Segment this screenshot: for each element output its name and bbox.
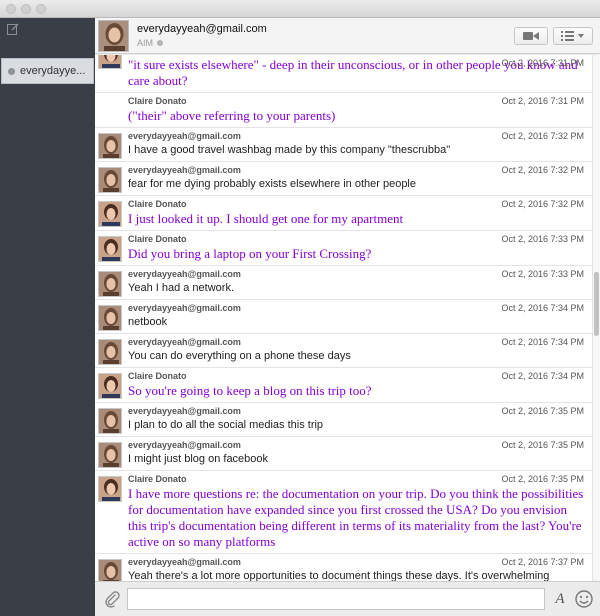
scrollbar-thumb[interactable] — [594, 272, 599, 336]
message-row: everydayyeah@gmail.com Oct 2, 2016 7:37 P… — [95, 554, 592, 581]
message-timestamp: Oct 2, 2016 7:33 PM — [501, 234, 584, 244]
message-text: fear for me dying probably exists elsewh… — [128, 178, 416, 190]
sidebar-conversation-label: everydayye... — [20, 65, 86, 77]
message-row: Claire Donato Oct 2, 2016 7:32 PM I just l… — [95, 196, 592, 231]
title-bar — [0, 0, 600, 18]
claire-avatar — [98, 201, 122, 227]
sidebar: everydayye... — [0, 18, 95, 616]
offline-status-icon — [8, 67, 15, 75]
message-timestamp: Oct 2, 2016 7:35 PM — [501, 474, 584, 484]
message-row: everydayyeah@gmail.com Oct 2, 2016 7:35 P… — [95, 403, 592, 437]
message-row: everydayyeah@gmail.com Oct 2, 2016 7:34 P… — [95, 300, 592, 334]
message-text: Yeah there's a lot more opportunities to… — [128, 570, 550, 581]
claire-avatar — [98, 236, 122, 262]
message-text: I just looked it up. I should get one fo… — [128, 211, 404, 226]
minimize-window-button[interactable] — [21, 4, 31, 14]
contact-status: AIM — [137, 38, 164, 48]
message-transcript[interactable]: Oct 2, 2016 7:31 PM "it sure exists elsew… — [95, 55, 592, 581]
paperclip-icon[interactable] — [103, 590, 121, 608]
contact-name: everydayyeah@gmail.com — [137, 23, 267, 35]
contact-avatar-small — [98, 271, 122, 297]
message-text: So you're going to keep a blog on this t… — [128, 383, 372, 398]
status-dot-icon — [157, 40, 164, 46]
message-text: I have more questions re: the documentat… — [128, 486, 584, 549]
font-button[interactable]: A — [550, 588, 570, 610]
contact-avatar-small — [98, 442, 122, 468]
message-timestamp: Oct 2, 2016 7:33 PM — [501, 269, 584, 279]
conversation-menu-button[interactable] — [553, 27, 593, 45]
message-text: Yeah I had a network. — [128, 282, 235, 294]
message-timestamp: Oct 2, 2016 7:35 PM — [501, 406, 584, 416]
message-row: everydayyeah@gmail.com Oct 2, 2016 7:32 P… — [95, 128, 592, 162]
conversation-header: everydayyeah@gmail.com AIM — [95, 18, 600, 54]
contact-avatar-small — [98, 408, 122, 434]
message-text: I plan to do all the social medias this … — [128, 419, 324, 431]
contact-avatar-small — [98, 339, 122, 365]
message-timestamp: Oct 2, 2016 7:31 PM — [501, 96, 584, 106]
message-row: everydayyeah@gmail.com Oct 2, 2016 7:33 P… — [95, 266, 592, 300]
message-timestamp: Oct 2, 2016 7:32 PM — [501, 131, 584, 141]
transcript-scrollbar[interactable] — [592, 55, 600, 581]
contact-avatar-small — [98, 305, 122, 331]
message-row: Claire Donato Oct 2, 2016 7:33 PM Did you … — [95, 231, 592, 266]
contact-avatar-small — [98, 133, 122, 159]
message-row: Claire Donato Oct 2, 2016 7:34 PM So you'r… — [95, 368, 592, 403]
message-timestamp: Oct 2, 2016 7:34 PM — [501, 371, 584, 381]
message-input[interactable] — [127, 588, 545, 610]
claire-avatar — [98, 476, 122, 502]
claire-avatar — [98, 55, 122, 69]
message-row: everydayyeah@gmail.com Oct 2, 2016 7:35 P… — [95, 437, 592, 471]
message-timestamp: Oct 2, 2016 7:34 PM — [501, 303, 584, 313]
sidebar-conversation-item[interactable]: everydayye... — [1, 58, 94, 84]
zoom-window-button[interactable] — [36, 4, 46, 14]
message-text: You can do everything on a phone these d… — [128, 350, 351, 362]
message-row: Oct 2, 2016 7:31 PM "it sure exists elsew… — [95, 55, 592, 93]
message-row: Claire Donato Oct 2, 2016 7:31 PM ("their"… — [95, 93, 592, 128]
close-window-button[interactable] — [6, 4, 16, 14]
smiley-icon[interactable] — [574, 589, 594, 609]
message-timestamp: Oct 2, 2016 7:35 PM — [501, 440, 584, 450]
message-row: Claire Donato Oct 2, 2016 7:35 PM I have m… — [95, 471, 592, 554]
message-text: Did you bring a laptop on your First Cro… — [128, 246, 372, 261]
message-text: ("their" above referring to your parents… — [128, 108, 336, 123]
message-timestamp: Oct 2, 2016 7:37 PM — [501, 557, 584, 567]
message-text: I might just blog on facebook — [128, 453, 269, 465]
video-call-button[interactable] — [514, 27, 548, 45]
contact-avatar-small — [98, 167, 122, 193]
message-timestamp: Oct 2, 2016 7:34 PM — [501, 337, 584, 347]
message-timestamp: Oct 2, 2016 7:32 PM — [501, 199, 584, 209]
message-timestamp: Oct 2, 2016 7:32 PM — [501, 165, 584, 175]
message-input-bar: A — [95, 581, 600, 616]
message-text: netbook — [128, 316, 168, 328]
list-menu-icon — [561, 31, 584, 41]
claire-avatar — [98, 373, 122, 399]
message-text: I have a good travel washbag made by thi… — [128, 144, 451, 156]
video-camera-icon — [523, 32, 539, 40]
contact-avatar — [98, 20, 129, 52]
message-row: everydayyeah@gmail.com Oct 2, 2016 7:34 P… — [95, 334, 592, 368]
contact-avatar-small — [98, 559, 122, 581]
message-row: everydayyeah@gmail.com Oct 2, 2016 7:32 P… — [95, 162, 592, 196]
service-label: AIM — [137, 38, 154, 48]
compose-icon[interactable] — [7, 23, 19, 35]
message-timestamp: Oct 2, 2016 7:31 PM — [501, 58, 584, 68]
